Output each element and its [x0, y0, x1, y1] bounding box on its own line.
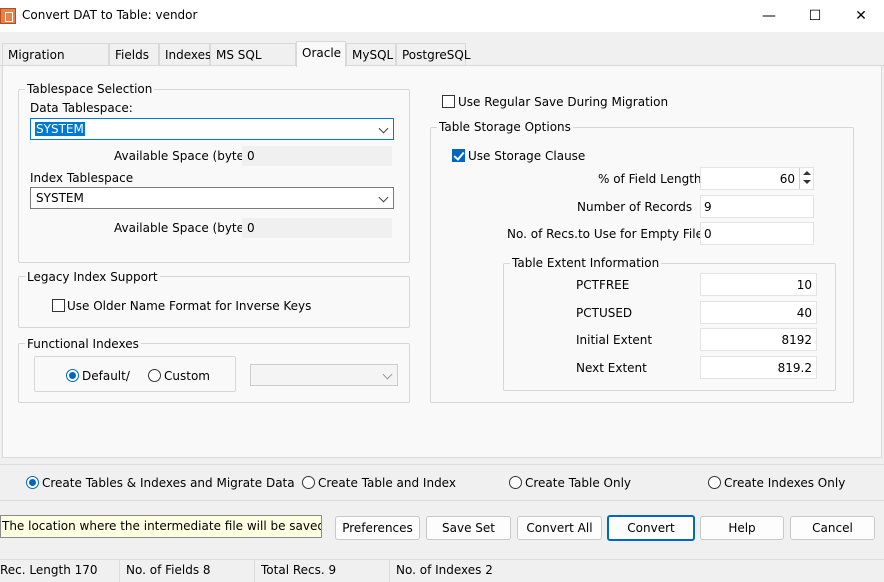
index-tablespace-select[interactable]: SYSTEM	[30, 187, 394, 209]
storage-clause-label[interactable]: Use Storage Clause	[468, 149, 585, 163]
index-tablespace-value: SYSTEM	[36, 191, 84, 205]
index-tablespace-label: Index Tablespace	[30, 171, 134, 185]
status-fields: No. of Fields 8	[120, 559, 255, 582]
pctused-value: 40	[796, 306, 812, 320]
preferences-button[interactable]: Preferences	[335, 516, 420, 540]
number-of-records-value: 9	[704, 200, 712, 214]
window-title: Convert DAT to Table: vendor	[22, 8, 198, 22]
custom-radio[interactable]	[148, 369, 161, 382]
data-tablespace-select[interactable]: SYSTEM	[30, 118, 394, 140]
initial-extent-value: 8192	[781, 333, 812, 347]
hint-tooltip: The location where the intermediate file…	[0, 515, 322, 538]
default-radio[interactable]	[66, 369, 79, 382]
pctfree-label: PCTFREE	[576, 278, 630, 292]
storage-clause-checkbox[interactable]	[452, 149, 465, 162]
initial-extent-input[interactable]: 8192	[700, 328, 817, 351]
pctfree-value: 10	[796, 278, 812, 292]
mode-radio-all[interactable]	[26, 476, 39, 489]
index-available-space-value: 0	[247, 221, 255, 235]
mode-label-indexes-only[interactable]: Create Indexes Only	[724, 476, 845, 490]
tab-ms-sql-server[interactable]: MS SQL Server	[210, 43, 296, 84]
data-available-space-value: 0	[247, 149, 255, 163]
maximize-button[interactable]: ☐	[792, 0, 838, 32]
pct-field-length-stepper[interactable]: 60	[700, 167, 814, 190]
pctused-label: PCTUSED	[576, 306, 633, 320]
custom-radio-label[interactable]: Custom S	[164, 369, 212, 383]
tab-fields[interactable]: Fields	[109, 43, 159, 65]
regular-save-checkbox[interactable]	[442, 95, 455, 108]
save-set-button[interactable]: Save Set	[426, 516, 511, 540]
data-tablespace-value: SYSTEM	[35, 122, 85, 136]
chevron-down-icon	[382, 369, 393, 380]
mode-label-all[interactable]: Create Tables & Indexes and Migrate Data	[42, 476, 295, 490]
tab-oracle[interactable]: Oracle	[296, 41, 346, 67]
status-total-recs: Total Recs. 9	[255, 559, 390, 582]
mode-radio-table-index[interactable]	[302, 476, 315, 489]
empty-files-recs-value: 0	[704, 227, 712, 241]
next-extent-label: Next Extent	[576, 361, 647, 375]
chevron-down-icon	[378, 192, 389, 203]
data-tablespace-label: Data Tablespace:	[30, 101, 133, 115]
tablespace-group-label: Tablespace Selection	[25, 82, 155, 96]
close-button[interactable]: ✕	[838, 0, 884, 32]
data-available-space-label: Available Space (bytes)	[114, 149, 255, 163]
older-name-format-checkbox[interactable]	[52, 299, 65, 312]
app-icon	[0, 8, 16, 24]
divider	[0, 500, 884, 501]
next-extent-input[interactable]: 819.2	[700, 356, 817, 379]
chevron-down-icon	[378, 123, 389, 134]
functional-index-select[interactable]	[250, 364, 398, 386]
minimize-button[interactable]: —	[746, 0, 792, 32]
cancel-button[interactable]: Cancel	[790, 516, 875, 540]
legacy-index-group-label: Legacy Index Support	[25, 270, 160, 284]
status-rec-length: Rec. Length 170	[0, 559, 120, 582]
index-available-space-field: 0	[242, 218, 392, 238]
help-button[interactable]: Help	[700, 516, 784, 540]
empty-files-recs-input[interactable]: 0	[700, 222, 814, 245]
data-available-space-field: 0	[242, 146, 392, 166]
older-name-format-label[interactable]: Use Older Name Format for Inverse Keys	[67, 299, 311, 313]
empty-files-recs-label: No. of Recs.to Use for Empty Files	[507, 227, 710, 241]
number-of-records-label: Number of Records	[577, 200, 693, 214]
storage-options-group-label: Table Storage Options	[437, 120, 573, 134]
convert-button[interactable]: Convert	[607, 515, 695, 541]
functional-indexes-group-label: Functional Indexes	[25, 337, 141, 351]
pctfree-input[interactable]: 10	[700, 273, 817, 296]
spinner-arrows-icon[interactable]	[799, 168, 813, 189]
status-indexes: No. of Indexes 2	[396, 563, 493, 577]
default-radio-label[interactable]: Default/	[82, 369, 130, 383]
pct-field-length-value: 60	[779, 172, 795, 186]
divider	[0, 464, 884, 465]
mode-radio-indexes-only[interactable]	[708, 476, 721, 489]
pct-field-length-label: % of Field Length	[598, 172, 702, 186]
tab-mysql[interactable]: MySQL	[346, 43, 396, 65]
next-extent-value: 819.2	[777, 361, 812, 375]
mode-label-table-index[interactable]: Create Table and Index	[318, 476, 456, 490]
tab-indexes[interactable]: Indexes	[159, 43, 211, 65]
tab-migration-options[interactable]: Migration Options	[2, 43, 109, 84]
mode-radio-table-only[interactable]	[509, 476, 522, 489]
mode-label-table-only[interactable]: Create Table Only	[525, 476, 631, 490]
tab-postgresql[interactable]: PostgreSQL	[396, 43, 471, 65]
pctused-input[interactable]: 40	[700, 301, 817, 324]
regular-save-label[interactable]: Use Regular Save During Migration	[458, 95, 668, 109]
extent-info-group-label: Table Extent Information	[510, 256, 662, 270]
initial-extent-label: Initial Extent	[576, 333, 653, 347]
number-of-records-input[interactable]: 9	[700, 195, 814, 218]
index-available-space-label: Available Space (bytes)	[114, 221, 255, 235]
convert-all-button[interactable]: Convert All	[517, 516, 602, 540]
